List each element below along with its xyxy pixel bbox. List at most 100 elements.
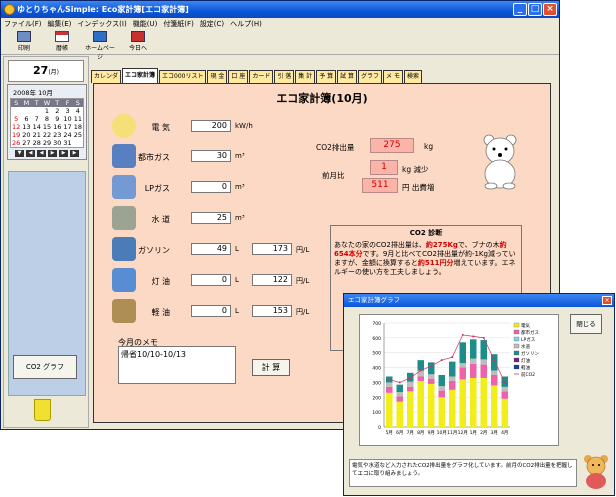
graph-window-close-icon[interactable]: ×	[602, 296, 612, 305]
menu-file[interactable]: ファイル(F)	[4, 18, 42, 30]
trash-icon[interactable]	[34, 399, 51, 421]
row-value-input[interactable]: 0	[191, 305, 231, 317]
tab-1[interactable]: エコ家計簿	[122, 68, 159, 83]
cal-nav-button[interactable]: ▼	[15, 150, 24, 157]
cal-nav-button[interactable]: ▶	[59, 150, 68, 157]
row-value-input[interactable]: 0	[191, 274, 231, 286]
tab-8[interactable]: 予 算	[316, 70, 337, 83]
cal-day[interactable]: 6	[21, 115, 31, 123]
print-button[interactable]: 印刷	[7, 30, 41, 54]
cal-day[interactable]: 15	[42, 123, 52, 131]
homepage-button[interactable]: ホームページ	[83, 30, 117, 61]
menu-sticky[interactable]: 付箋紙(F)	[163, 18, 194, 30]
minimize-button[interactable]: _	[513, 3, 527, 16]
chart-bar-segment	[417, 360, 425, 371]
row-price-input[interactable]: 173	[252, 243, 292, 255]
cal-day[interactable]: 28	[32, 139, 42, 147]
menu-edit[interactable]: 編集(E)	[48, 18, 72, 30]
row-value-input[interactable]: 25	[191, 212, 231, 224]
chart-xtick-label: 8月	[417, 430, 424, 436]
cal-day[interactable]: 14	[32, 123, 42, 131]
cal-day[interactable]: 4	[73, 107, 83, 115]
cal-day[interactable]: 7	[32, 115, 42, 123]
cal-day[interactable]: 16	[52, 123, 62, 131]
cal-day[interactable]: 20	[21, 131, 31, 139]
tab-5[interactable]: カード	[249, 70, 274, 83]
cal-day[interactable]: 2	[52, 107, 62, 115]
cal-day[interactable]: 24	[62, 131, 72, 139]
chart-line-point	[451, 356, 454, 359]
tab-9[interactable]: 試 算	[337, 70, 358, 83]
chart-ytick-label: 400	[372, 366, 381, 372]
cal-day[interactable]: 25	[73, 131, 83, 139]
cal-day[interactable]: 27	[21, 139, 31, 147]
memo-textarea[interactable]: 帰省10/10-10/13	[118, 346, 236, 384]
cal-day[interactable]: 26	[11, 139, 21, 147]
row-value-input[interactable]: 0	[191, 181, 231, 193]
cal-day[interactable]: 18	[73, 123, 83, 131]
cal-day[interactable]: 3	[62, 107, 72, 115]
cal-day[interactable]: 21	[32, 131, 42, 139]
chart-xtick-label: 7月	[407, 430, 414, 436]
cal-day[interactable]: 19	[11, 131, 21, 139]
cal-day[interactable]: 22	[42, 131, 52, 139]
cal-day[interactable]: 23	[52, 131, 62, 139]
cal-weekday: S	[11, 99, 22, 107]
cal-day[interactable]	[73, 139, 83, 147]
chart-bar-segment	[417, 380, 425, 427]
cal-day[interactable]: 30	[52, 139, 62, 147]
calendar-button[interactable]: 暦帳	[45, 30, 79, 54]
row-value-input[interactable]: 30	[191, 150, 231, 162]
cal-day[interactable]: 17	[62, 123, 72, 131]
today-button[interactable]: 今日へ	[121, 30, 155, 54]
cal-day[interactable]	[11, 107, 21, 115]
tab-7[interactable]: 集 計	[295, 70, 316, 83]
tab-2[interactable]: エコ000リスト	[159, 70, 207, 83]
menu-index[interactable]: インデックス(I)	[77, 18, 126, 30]
chart-legend-swatch	[513, 364, 520, 370]
close-button[interactable]: ×	[543, 3, 557, 16]
cal-day[interactable]	[21, 107, 31, 115]
cal-day[interactable]	[32, 107, 42, 115]
cal-day[interactable]: 11	[73, 115, 83, 123]
calculate-button[interactable]: 計 算	[252, 359, 290, 376]
menu-help[interactable]: ヘルプ(H)	[230, 18, 262, 30]
cal-day[interactable]: 31	[62, 139, 72, 147]
graph-close-button[interactable]: 閉じる	[570, 314, 602, 334]
row-price-input[interactable]: 122	[252, 274, 292, 286]
chart-xtick-label: 3月	[491, 430, 498, 436]
row-price-input[interactable]: 153	[252, 305, 292, 317]
chart-bar-segment	[459, 367, 467, 380]
cal-nav-button[interactable]: ◀	[26, 150, 35, 157]
row-value-input[interactable]: 49	[191, 243, 231, 255]
cal-nav-button[interactable]: ▶	[70, 150, 79, 157]
menu-function[interactable]: 機能(U)	[133, 18, 158, 30]
chart-ytick-label: 100	[372, 410, 381, 416]
cal-day[interactable]: 1	[42, 107, 52, 115]
cal-day[interactable]: 12	[11, 123, 21, 131]
co2-graph-button[interactable]: CO2 グラフ	[13, 355, 77, 379]
cal-day[interactable]: 13	[21, 123, 31, 131]
window-title: ゆとりちゃんSimple: Eco家計簿[エコ家計簿]	[17, 5, 189, 14]
tab-6[interactable]: 引 落	[274, 70, 295, 83]
cal-day[interactable]: 29	[42, 139, 52, 147]
tab-3[interactable]: 現 金	[207, 70, 228, 83]
tab-11[interactable]: メ モ	[383, 70, 403, 83]
row-label: 軽 油	[151, 308, 170, 317]
tab-4[interactable]: 口 座	[228, 70, 249, 83]
chart-line-point	[493, 359, 496, 362]
cal-day[interactable]: 8	[42, 115, 52, 123]
cal-nav-button[interactable]: ◀	[37, 150, 46, 157]
tab-0[interactable]: カレンダ	[91, 70, 122, 83]
chart-bar-segment	[448, 389, 456, 427]
cal-day[interactable]: 10	[62, 115, 72, 123]
maximize-button[interactable]: □	[528, 3, 542, 16]
cal-nav-button[interactable]: ▶	[48, 150, 57, 157]
menu-settings[interactable]: 設定(C)	[200, 18, 224, 30]
row-value-input[interactable]: 200	[191, 120, 231, 132]
cal-weekday: W	[41, 99, 53, 107]
cal-day[interactable]: 9	[52, 115, 62, 123]
cal-day[interactable]: 5	[11, 115, 21, 123]
tab-12[interactable]: 検索	[403, 70, 422, 83]
tab-10[interactable]: グラフ	[358, 70, 383, 83]
